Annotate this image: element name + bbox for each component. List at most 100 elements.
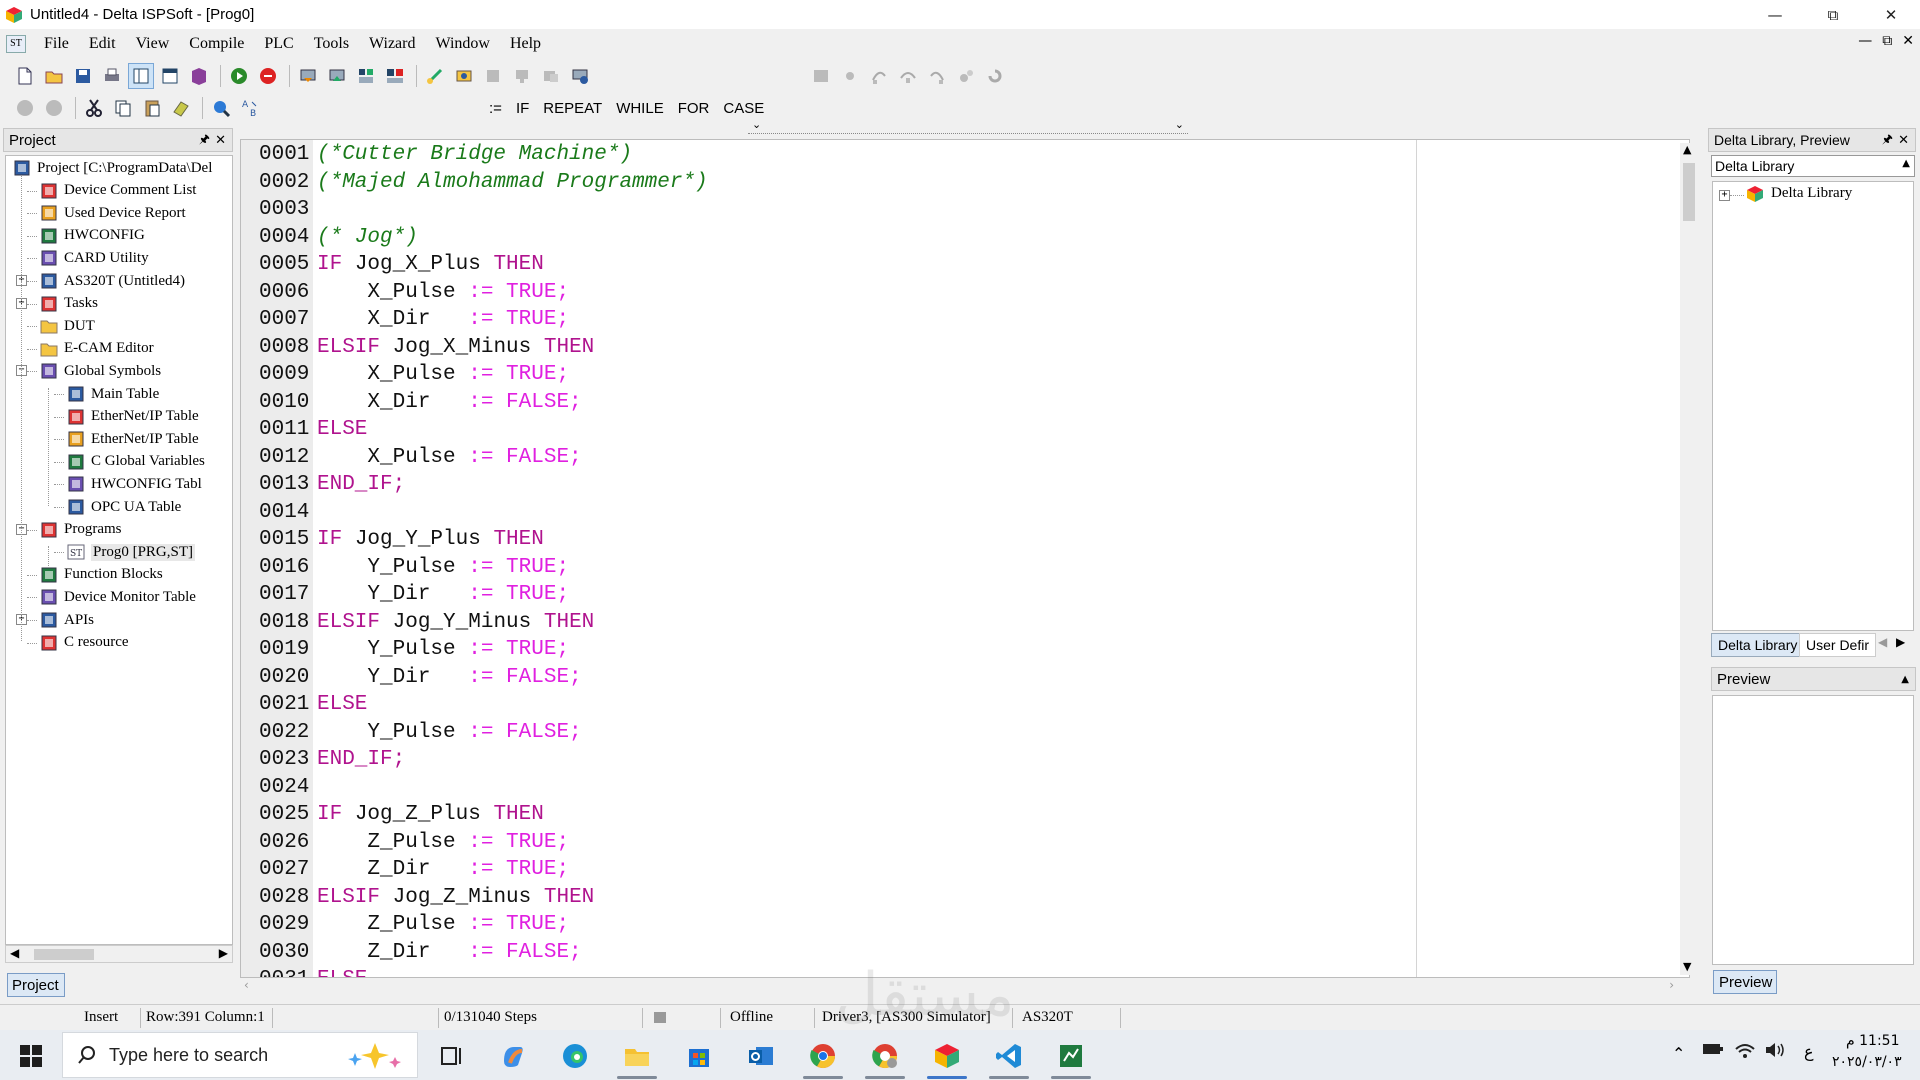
compile-icon[interactable]	[353, 63, 379, 89]
mdi-close-button[interactable]: ✕	[1902, 33, 1914, 49]
library-root-label[interactable]: Delta Library	[1771, 185, 1852, 202]
chrome-profile-icon[interactable]	[868, 1039, 902, 1073]
disabled-tool-2-icon[interactable]	[509, 63, 535, 89]
while-keyword-button[interactable]: WHILE	[609, 100, 671, 117]
for-keyword-button[interactable]: FOR	[671, 100, 717, 117]
tree-item[interactable]: EtherNet/IP Table	[66, 428, 199, 450]
tree-item[interactable]: C resource	[39, 632, 129, 654]
taskbar-search-box[interactable]: Type here to search	[62, 1032, 418, 1078]
open-folder-icon[interactable]	[41, 63, 67, 89]
tree-item[interactable]: Programs	[39, 519, 122, 541]
collapse-right-icon[interactable]: ⌄	[1175, 118, 1184, 131]
tree-item[interactable]: APIs	[39, 609, 94, 631]
ispsoft-taskbar-icon[interactable]	[930, 1039, 964, 1073]
tree-item[interactable]: Tasks	[39, 293, 98, 315]
case-keyword-button[interactable]: CASE	[716, 100, 771, 117]
vscode-icon[interactable]	[992, 1039, 1026, 1073]
disabled-tool-1-icon[interactable]	[480, 63, 506, 89]
microsoft-store-icon[interactable]	[682, 1039, 716, 1073]
replace-icon[interactable]: AB	[237, 95, 263, 121]
stop-icon[interactable]	[255, 63, 281, 89]
step-out-icon[interactable]	[924, 63, 950, 89]
task-view-icon[interactable]	[434, 1039, 468, 1073]
dropdown-arrow-icon[interactable]: ▲	[1902, 158, 1910, 169]
window-layout-icon[interactable]	[157, 63, 183, 89]
tree-item[interactable]: ST Prog0 [PRG,ST]	[66, 541, 196, 563]
mdi-minimize-button[interactable]: —	[1858, 33, 1872, 49]
menu-view[interactable]: View	[126, 35, 180, 53]
forward-icon[interactable]	[41, 95, 67, 121]
menu-plc[interactable]: PLC	[254, 35, 303, 53]
tree-item[interactable]: AS320T (Untitled4)	[39, 270, 185, 292]
disabled-tool-3-icon[interactable]	[538, 63, 564, 89]
tab-delta-library[interactable]: Delta Library	[1711, 633, 1805, 657]
tabs-next-icon[interactable]: ▶	[1896, 635, 1905, 649]
editor-hscrollbar[interactable]: ‹ ›	[240, 978, 1680, 995]
tree-item[interactable]: CARD Utility	[39, 247, 149, 269]
tree-item[interactable]: HWCONFIG Tabl	[66, 473, 202, 495]
compile-all-icon[interactable]	[382, 63, 408, 89]
tree-item[interactable]: Device Monitor Table	[39, 586, 196, 608]
copilot-icon[interactable]	[496, 1039, 530, 1073]
hscroll-left-icon[interactable]: ‹	[244, 978, 249, 992]
tree-item[interactable]: HWCONFIG	[39, 225, 145, 247]
step-in-icon[interactable]	[866, 63, 892, 89]
upload-icon[interactable]	[295, 63, 321, 89]
mdi-restore-button[interactable]: ⧉	[1882, 33, 1892, 49]
edge-browser-icon[interactable]	[558, 1039, 592, 1073]
scroll-down-icon[interactable]: ▼	[1683, 960, 1691, 973]
preview-collapse-icon[interactable]: ▲	[1901, 674, 1909, 685]
clock-time[interactable]: 11:51 م	[1846, 1033, 1899, 1049]
input-language-indicator[interactable]: ع	[1804, 1042, 1814, 1061]
tree-item[interactable]: Device Comment List	[39, 180, 196, 202]
editor-vscroll-thumb[interactable]	[1683, 163, 1695, 221]
restore-button[interactable]: ⧉	[1804, 0, 1862, 29]
tree-item[interactable]: E-CAM Editor	[39, 338, 154, 360]
tree-item[interactable]: Function Blocks	[39, 564, 163, 586]
menu-edit[interactable]: Edit	[79, 35, 126, 53]
project-hscroll-thumb[interactable]	[34, 949, 94, 960]
tree-item[interactable]: Main Table	[66, 383, 159, 405]
clock-date[interactable]: ٢٠٢٥/٠٣/٠٣	[1832, 1054, 1902, 1070]
eraser-icon[interactable]	[168, 95, 194, 121]
scroll-up-icon[interactable]: ▲	[1683, 143, 1691, 156]
st-code-editor[interactable]: 0001 (*Cutter Bridge Machine*) 0002 (*Majed…	[240, 139, 1690, 978]
new-file-icon[interactable]	[12, 63, 38, 89]
tree-item[interactable]: Project [C:\ProgramData\Del	[12, 157, 212, 179]
if-keyword-button[interactable]: IF	[509, 100, 536, 117]
pin-icon[interactable]: 🖈	[199, 130, 210, 151]
paste-icon[interactable]	[139, 95, 165, 121]
menu-wizard[interactable]: Wizard	[359, 35, 425, 53]
volume-icon[interactable]	[1764, 1041, 1786, 1063]
project-tab[interactable]: Project	[7, 973, 65, 997]
editor-vscrollbar[interactable]: ▲ ▼	[1680, 143, 1698, 975]
library-pin-icon[interactable]: 🖈	[1882, 130, 1893, 151]
menu-help[interactable]: Help	[500, 35, 551, 53]
menu-window[interactable]: Window	[425, 35, 499, 53]
project-hscrollbar[interactable]: ◀ ▶	[5, 945, 233, 963]
tabs-prev-icon[interactable]: ◀	[1878, 635, 1887, 649]
library-close-icon[interactable]: ✕	[1898, 133, 1909, 148]
run-icon[interactable]	[226, 63, 252, 89]
battery-icon[interactable]	[1702, 1042, 1724, 1060]
network-icon[interactable]	[451, 63, 477, 89]
st-document-icon[interactable]: ST	[6, 35, 26, 53]
tree-item[interactable]: Global Symbols	[39, 360, 161, 382]
online-tool-2-icon[interactable]	[837, 63, 863, 89]
scroll-right-icon[interactable]: ▶	[219, 946, 228, 960]
tab-user-defined[interactable]: User Defir	[1799, 633, 1877, 657]
panel-close-icon[interactable]: ✕	[215, 133, 226, 148]
tree-item[interactable]: OPC UA Table	[66, 496, 181, 518]
preview-tab[interactable]: Preview	[1713, 970, 1777, 994]
menu-file[interactable]: File	[34, 35, 79, 53]
breakpoint-icon[interactable]	[953, 63, 979, 89]
layout-icon[interactable]	[128, 63, 154, 89]
online-tool-1-icon[interactable]	[808, 63, 834, 89]
download-icon[interactable]	[324, 63, 350, 89]
tree-item[interactable]: C Global Variables	[66, 451, 205, 473]
toolbar-collapse-bar[interactable]: ⌄ ⌄	[748, 118, 1188, 134]
tree-item[interactable]: DUT	[39, 315, 95, 337]
hscroll-right-icon[interactable]: ›	[1669, 978, 1674, 992]
chrome-icon[interactable]	[806, 1039, 840, 1073]
minimize-button[interactable]: —	[1746, 0, 1804, 29]
